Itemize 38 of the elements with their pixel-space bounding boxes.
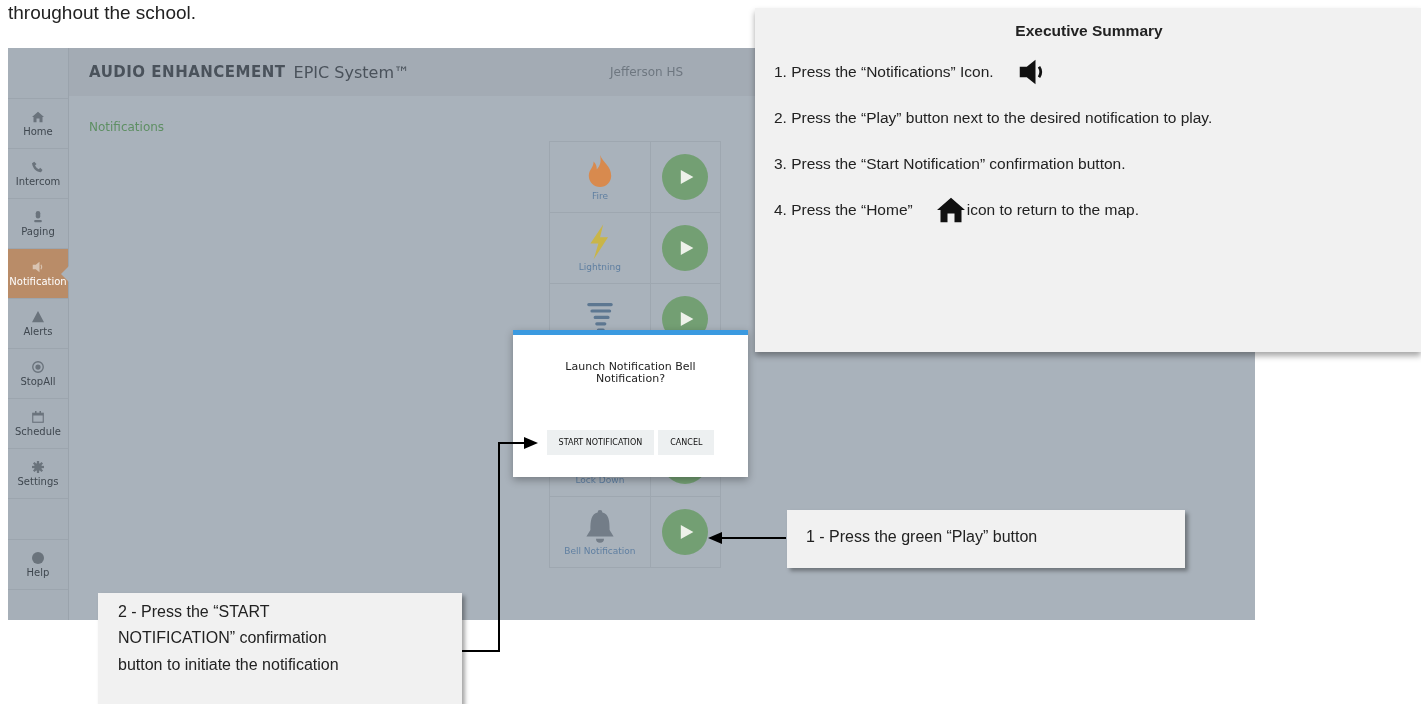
notification-label: Bell Notification bbox=[564, 546, 636, 556]
notification-label: Fire bbox=[591, 191, 608, 201]
summary-step: 4. Press the “Home” bbox=[774, 201, 913, 219]
sidebar-item[interactable]: Intercom bbox=[8, 149, 68, 199]
page-title: Notifications bbox=[89, 120, 165, 134]
summary-step: 2. Press the “Play” button next to the desired notification to play. bbox=[774, 106, 1213, 130]
sidebar-item[interactable]: StopAll bbox=[8, 349, 68, 399]
sidebar-item[interactable]: Settings bbox=[8, 449, 68, 499]
dialog-message: Launch Notification Bell Notification? bbox=[564, 361, 697, 385]
sidebar-item[interactable]: Schedule bbox=[8, 399, 68, 449]
calendar-icon bbox=[32, 410, 44, 423]
logo-text: AUDIO ENHANCEMENT bbox=[89, 63, 286, 81]
callout-note: 1 - Press the green “Play” button bbox=[787, 510, 1185, 568]
cancel-button[interactable]: CANCEL bbox=[658, 430, 715, 456]
summary-step: icon to return to the map. bbox=[966, 201, 1139, 219]
summary-step: 1. Press the “Notifications” Icon. bbox=[774, 63, 994, 81]
intro-text: throughout the school. bbox=[7, 1, 197, 25]
play-button[interactable] bbox=[662, 509, 709, 555]
home-icon bbox=[32, 110, 44, 123]
microphone-icon bbox=[32, 210, 44, 223]
product-name: EPIC System™ bbox=[293, 62, 410, 82]
play-button[interactable] bbox=[662, 225, 709, 271]
stop-icon bbox=[32, 360, 44, 373]
sidebar-item[interactable]: Notification bbox=[8, 249, 68, 299]
warning-icon bbox=[32, 310, 44, 323]
start-notification-button[interactable]: START NOTIFICATION bbox=[546, 430, 655, 456]
callout-note: 2 - Press the “START NOTIFICATION” confirmation button to initiate the notification bbox=[98, 593, 462, 704]
sidebar-item[interactable]: Alerts bbox=[8, 299, 68, 349]
sidebar-item[interactable]: Help bbox=[8, 540, 68, 590]
phone-icon bbox=[32, 160, 44, 173]
play-button[interactable] bbox=[662, 154, 709, 200]
speaker-icon bbox=[32, 260, 44, 273]
settings-icon bbox=[32, 460, 44, 473]
summary-step: 3. Press the “Start Notification” confirmation button. bbox=[774, 152, 1126, 176]
summary-title: Executive Summary bbox=[1014, 22, 1164, 40]
home-icon bbox=[936, 196, 965, 224]
sidebar-item[interactable]: Home bbox=[8, 99, 68, 149]
notification-label: Lightning bbox=[578, 262, 621, 272]
